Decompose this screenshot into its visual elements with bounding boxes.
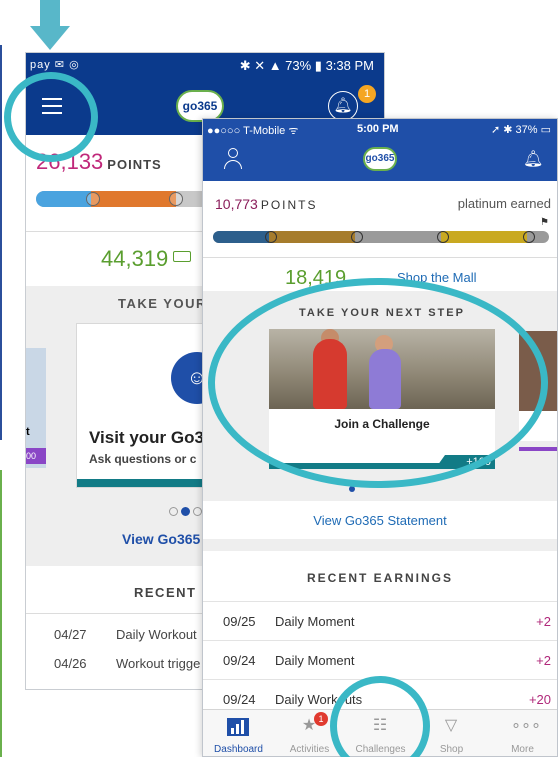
points-unit: POINTS xyxy=(107,157,162,172)
next-step-title: TAKE YOUR xyxy=(118,296,207,311)
list-item: 04/26 Workout trigge Achievement xyxy=(54,656,278,671)
highlight-ring-challenge xyxy=(208,278,548,488)
ios-app-header: go365 🔔︎ xyxy=(203,139,557,181)
tab-label: Shop xyxy=(439,744,464,755)
android-status-bar: pay ✉ ◎ ✱ ✕ ▲ 73% ▮ 3:38 PM xyxy=(26,53,384,79)
recent-earnings-title: RECENT EARNINGS xyxy=(306,571,453,585)
points-unit: POINTS xyxy=(260,198,318,212)
progress-knob xyxy=(437,231,449,243)
list-item: 04/27 Daily Workout xyxy=(54,627,197,642)
tab-dashboard[interactable]: Dashboard xyxy=(203,710,274,756)
earning-points: +2 xyxy=(536,653,551,668)
progress-segment-platinum xyxy=(441,231,527,243)
earning-date: 09/25 xyxy=(223,614,256,629)
status-progress-bar xyxy=(213,231,549,243)
down-arrow-annotation xyxy=(30,0,70,56)
carousel-dot[interactable] xyxy=(193,507,202,516)
points-total: 10,773 POINTS xyxy=(215,196,318,212)
recent-earnings-title: RECENT E xyxy=(134,585,212,600)
tab-label: Dashboard xyxy=(214,744,263,755)
earning-label: Daily Moment xyxy=(275,614,355,629)
carousel-dots[interactable] xyxy=(169,503,205,521)
progress-segment-blue xyxy=(36,191,91,207)
next-card-stripe xyxy=(519,447,557,451)
clock: 5:00 PM xyxy=(357,123,399,135)
tier-status: platinum earned xyxy=(457,196,551,211)
notification-bell-icon[interactable]: 🔔︎ xyxy=(523,149,543,169)
dollars-value: 44,319 xyxy=(101,246,169,271)
carousel-dot[interactable] xyxy=(169,507,178,516)
tab-badge: 1 xyxy=(314,712,328,726)
carousel-dot-active[interactable] xyxy=(181,507,190,516)
notification-badge: 1 xyxy=(358,85,376,103)
earning-label: Daily Moment xyxy=(275,653,355,668)
screenshot-stage: pay ✉ ◎ ✱ ✕ ▲ 73% ▮ 3:38 PM go365 🔔︎ 1 2… xyxy=(0,0,558,757)
points-value: 10,773 xyxy=(215,196,258,212)
prev-step-card[interactable]: t 00 xyxy=(26,348,46,468)
section-divider xyxy=(203,539,557,551)
go365-dollars: 44,319 xyxy=(101,246,192,272)
progress-segment-silver xyxy=(269,231,355,243)
tab-more[interactable]: ∘∘∘ More xyxy=(487,710,557,756)
basket-icon: ▽ xyxy=(444,717,458,734)
progress-knob xyxy=(86,192,100,206)
prev-card-points: 00 xyxy=(26,448,46,464)
go365-logo: go365 xyxy=(363,147,397,171)
checkered-flag-icon: ⚑ xyxy=(540,217,549,228)
card-title: Visit your Go3 xyxy=(89,428,204,447)
progress-knob xyxy=(523,231,535,243)
earning-date: 09/24 xyxy=(223,653,256,668)
android-status-left: pay ✉ ◎ xyxy=(30,59,80,71)
progress-knob xyxy=(169,192,183,206)
earning-date: 09/24 xyxy=(223,692,256,707)
tab-label: More xyxy=(511,744,534,755)
earning-points: +20 xyxy=(528,692,551,707)
carrier-label: ●●○○○ T-Mobile ᯤ xyxy=(207,125,299,137)
progress-segment-gold xyxy=(355,231,441,243)
earning-date: 04/27 xyxy=(54,627,87,642)
profile-icon[interactable] xyxy=(223,148,243,170)
table-row: 09/25 Daily Moment +2 xyxy=(203,601,557,639)
earning-points: +2 xyxy=(536,614,551,629)
bar-chart-icon xyxy=(227,718,249,736)
progress-segment-orange xyxy=(91,191,176,207)
more-icon: ∘∘∘ xyxy=(511,717,542,734)
view-statement-link[interactable]: View Go365 Statement xyxy=(203,513,557,528)
progress-knob xyxy=(351,231,363,243)
highlight-ring-menu xyxy=(4,72,98,162)
view-statement-link[interactable]: View Go365 xyxy=(122,531,200,547)
cash-icon xyxy=(173,251,192,262)
table-row: 09/24 Daily Moment +2 xyxy=(203,640,557,678)
android-status-right: ✱ ✕ ▲ 73% ▮ 3:38 PM xyxy=(239,58,374,73)
edge-accent-green xyxy=(0,470,2,757)
notification-bell-icon[interactable]: 🔔︎ xyxy=(328,91,358,121)
earning-date: 04/26 xyxy=(54,656,87,671)
card-subtitle: Ask questions or c xyxy=(89,452,197,466)
progress-segment-bronze-blue xyxy=(213,231,269,243)
battery-status: ➚ ✱ 37% ▭ xyxy=(490,124,551,136)
progress-knob xyxy=(265,231,277,243)
ios-status-bar: ●●○○○ T-Mobile ᯤ 5:00 PM ➚ ✱ 37% ▭ xyxy=(203,119,557,139)
prev-card-label: t xyxy=(26,426,30,438)
divider xyxy=(203,257,557,258)
edge-accent-blue xyxy=(0,45,2,440)
